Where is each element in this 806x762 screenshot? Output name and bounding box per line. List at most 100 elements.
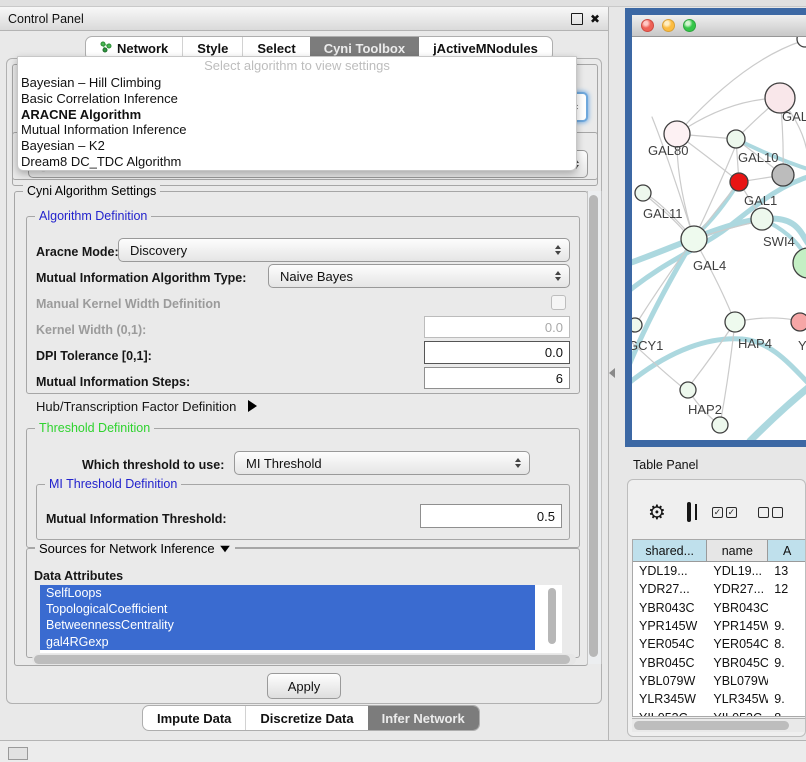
split-collapse-icon[interactable] <box>609 368 615 378</box>
mi-type-combo[interactable]: Naive Bayes <box>268 264 570 288</box>
table-row[interactable]: YPR145WYPR145W9. <box>633 617 806 635</box>
network-node-gal10[interactable] <box>727 130 745 148</box>
tab-label: Network <box>117 41 168 56</box>
algorithm-option[interactable]: Dream8 DC_TDC Algorithm <box>18 154 576 170</box>
settings-scrollbar[interactable] <box>587 191 602 664</box>
minimized-panel-icon[interactable] <box>8 747 28 760</box>
table-cell: YBR045C <box>707 653 768 671</box>
settings-hscrollbar[interactable] <box>32 654 576 665</box>
show-columns-icon[interactable]: ✓✓ <box>712 507 737 518</box>
attributes-list-scrollbar[interactable] <box>546 586 558 650</box>
sources-group-title[interactable]: Sources for Network Inference <box>35 541 235 556</box>
gear-icon[interactable]: ⚙ <box>648 502 666 522</box>
close-window-icon[interactable] <box>641 19 654 32</box>
tab-infer-network[interactable]: Infer Network <box>368 706 479 730</box>
node-label: Y <box>798 338 806 353</box>
algorithm-option[interactable]: Basic Correlation Inference <box>18 91 576 107</box>
network-node[interactable] <box>772 164 794 186</box>
network-node-hap4[interactable] <box>725 312 745 332</box>
network-node[interactable] <box>712 417 728 433</box>
table-cell <box>768 599 806 617</box>
network-node[interactable] <box>797 37 806 47</box>
table-row[interactable]: YBR043CYBR043C <box>633 599 806 617</box>
table-row[interactable]: YER054CYER054C8. <box>633 635 806 653</box>
network-graph: GALGAL80GAL10GAL1GAL11SWI4GAL4GCY1HAP4YH… <box>632 37 806 440</box>
table-row[interactable]: YDL19...YDL19...13 <box>633 562 806 580</box>
manual-kernel-checkbox[interactable] <box>551 295 566 310</box>
close-panel-icon[interactable]: ✖ <box>590 14 600 24</box>
kernel-width-field[interactable]: 0.0 <box>424 316 570 338</box>
node-label: GAL <box>782 109 806 124</box>
tab-discretize-data[interactable]: Discretize Data <box>245 706 367 730</box>
tab-impute-data[interactable]: Impute Data <box>143 706 245 730</box>
control-panel: Control Panel ✖ NetworkStyleSelectCyni T… <box>0 7 609 740</box>
table-toolbar: ⚙ ✓✓ <box>628 494 806 530</box>
column-header[interactable]: A <box>768 540 806 561</box>
table-cell: 12 <box>768 580 806 598</box>
node-label: HAP2 <box>688 402 722 417</box>
tab-label: Infer Network <box>382 711 465 726</box>
table-cell: YDR27... <box>633 580 707 598</box>
table-row[interactable]: YLR345WYLR345W9. <box>633 690 806 708</box>
data-attributes-list[interactable]: SelfLoopsTopologicalCoefficientBetweenne… <box>40 585 562 653</box>
column-header[interactable]: name <box>707 540 768 561</box>
mi-threshold-field[interactable]: 0.5 <box>420 504 562 528</box>
network-node-hap2[interactable] <box>680 382 696 398</box>
column-header[interactable]: shared... <box>633 540 707 561</box>
algorithm-option[interactable]: Bayesian – K2 <box>18 138 576 154</box>
hub-definition-toggle[interactable]: Hub/Transcription Factor Definition <box>36 399 257 414</box>
node-label: GCY1 <box>632 338 663 353</box>
dpi-tolerance-field[interactable]: 0.0 <box>424 341 570 364</box>
table-row[interactable]: YDR27...YDR27...12 <box>633 580 806 598</box>
attribute-item[interactable]: TopologicalCoefficient <box>40 601 535 617</box>
table-cell: 9. <box>768 653 806 671</box>
attribute-item[interactable]: gal4RGexp <box>40 634 535 650</box>
table-body: YDL19...YDL19...13YDR27...YDR27...12YBR0… <box>633 562 806 717</box>
network-node-y[interactable] <box>791 313 806 331</box>
mi-type-label: Mutual Information Algorithm Type: <box>36 271 246 285</box>
table-header-row: shared...nameA <box>633 540 806 562</box>
collapsed-arrow-icon[interactable] <box>248 400 257 412</box>
tab-label: jActiveMNodules <box>433 41 538 56</box>
tab-label: Style <box>197 41 228 56</box>
network-node[interactable] <box>793 248 806 278</box>
algorithm-option[interactable]: Mutual Information Inference <box>18 122 576 138</box>
table-row[interactable]: YBR045CYBR045C9. <box>633 653 806 671</box>
hide-columns-icon[interactable] <box>758 507 783 518</box>
network-node-gal1[interactable] <box>730 173 748 191</box>
split-columns-icon[interactable] <box>687 502 691 522</box>
mi-steps-field[interactable]: 6 <box>424 367 570 389</box>
table-hscrollbar[interactable] <box>632 718 806 732</box>
algorithm-dropdown-popup: Select algorithm to view settings Bayesi… <box>17 56 577 171</box>
network-node-gal4[interactable] <box>681 226 707 252</box>
aracne-mode-combo[interactable]: Discovery <box>118 238 570 262</box>
hub-definition-label: Hub/Transcription Factor Definition <box>36 399 236 414</box>
table-cell <box>768 672 806 690</box>
combo-spinner-icon <box>555 271 561 281</box>
minimize-window-icon[interactable] <box>662 19 675 32</box>
network-node-swi4[interactable] <box>751 208 773 230</box>
table-cell: YER054C <box>633 635 707 653</box>
table-cell: YPR145W <box>633 617 707 635</box>
algorithm-option[interactable]: Bayesian – Hill Climbing <box>18 75 576 91</box>
float-panel-icon[interactable] <box>571 13 583 25</box>
apply-button[interactable]: Apply <box>267 673 341 699</box>
network-edge <box>750 383 806 440</box>
algorithm-popup-list: Bayesian – Hill ClimbingBasic Correlatio… <box>18 75 576 170</box>
network-node-gcy1[interactable] <box>632 318 642 332</box>
which-threshold-combo[interactable]: MI Threshold <box>234 451 530 475</box>
attribute-item[interactable]: SelfLoops <box>40 585 535 601</box>
table-row[interactable]: YIL053CYIL053C8. <box>633 708 806 717</box>
network-icon <box>100 41 112 56</box>
attribute-item[interactable]: BetweennessCentrality <box>40 617 535 633</box>
table-row[interactable]: YBL079WYBL079W <box>633 672 806 690</box>
network-node-gal11[interactable] <box>635 185 651 201</box>
table-panel: ⚙ ✓✓ shared...nameA YDL19...YDL19...13YD… <box>627 479 806 737</box>
zoom-window-icon[interactable] <box>683 19 696 32</box>
dpi-tolerance-label: DPI Tolerance [0,1]: <box>36 349 152 363</box>
expanded-arrow-icon[interactable] <box>220 545 230 551</box>
algorithm-definition-title: Algorithm Definition <box>35 209 151 223</box>
node-table[interactable]: shared...nameA YDL19...YDL19...13YDR27..… <box>632 539 806 717</box>
network-canvas[interactable]: GALGAL80GAL10GAL1GAL11SWI4GAL4GCY1HAP4YH… <box>632 37 806 440</box>
algorithm-option[interactable]: ARACNE Algorithm <box>18 107 576 123</box>
